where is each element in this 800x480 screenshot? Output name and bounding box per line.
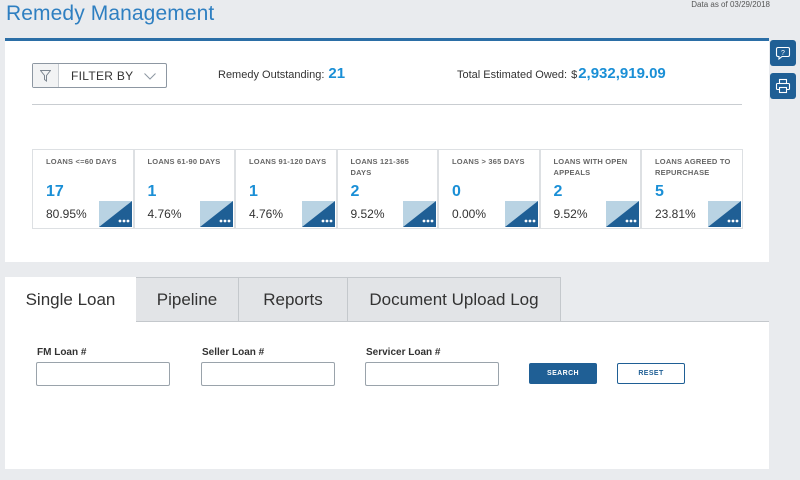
card-loans-61-90-days[interactable]: LOANS 61-90 DAYS 1 4.76% <box>133 149 235 229</box>
reset-button[interactable]: RESET <box>617 363 685 384</box>
remedy-outstanding-value: 21 <box>328 65 346 82</box>
filter-funnel-icon <box>33 64 59 87</box>
servicer-loan-input[interactable] <box>365 362 499 386</box>
total-owed-value: 2,932,919.09 <box>578 65 666 82</box>
card-count: 2 <box>350 183 360 200</box>
card-percent: 80.95% <box>46 207 87 221</box>
help-question-icon: ? <box>775 46 791 61</box>
tab-reports[interactable]: Reports <box>238 277 348 322</box>
card-percent: 4.76% <box>249 207 284 221</box>
card-count: 2 <box>553 183 563 200</box>
card-percent: 23.81% <box>655 207 696 221</box>
dashboard-panel: FILTER BY Remedy Outstanding: 21 Total E… <box>5 38 769 262</box>
servicer-loan-label: Servicer Loan # <box>366 347 441 358</box>
chevron-down-icon <box>143 67 156 85</box>
seller-loan-input[interactable] <box>201 362 335 386</box>
print-button[interactable] <box>770 73 796 99</box>
card-loans-91-120-days[interactable]: LOANS 91-120 DAYS 1 4.76% <box>235 149 337 229</box>
fm-loan-label: FM Loan # <box>37 347 87 358</box>
card-title: LOANS 91-120 DAYS <box>249 157 327 166</box>
card-title: LOANS > 365 DAYS <box>452 157 525 166</box>
total-owed-metric: Total Estimated Owed: $ 2,932,919.09 <box>457 65 666 82</box>
more-options-icon[interactable] <box>707 201 741 227</box>
card-percent: 9.52% <box>350 207 385 221</box>
single-loan-search-panel: FM Loan # Seller Loan # Servicer Loan # … <box>5 321 769 469</box>
card-title: LOANS <=60 DAYS <box>46 157 117 166</box>
card-loans-121-365-days[interactable]: LOANS 121-365 DAYS 2 9.52% <box>336 149 438 229</box>
remedy-outstanding-metric: Remedy Outstanding: 21 <box>218 65 345 82</box>
tab-bar: Single Loan Pipeline Reports Document Up… <box>5 277 561 322</box>
help-button[interactable]: ? <box>770 40 796 66</box>
card-count: 0 <box>452 183 461 200</box>
total-owed-currency: $ <box>571 69 578 81</box>
data-as-of-date: Data as of 03/29/2018 <box>691 0 770 9</box>
page-title: Remedy Management <box>6 2 215 25</box>
card-loans-over-365-days[interactable]: LOANS > 365 DAYS 0 0.00% <box>438 149 540 229</box>
fm-loan-input[interactable] <box>36 362 170 386</box>
card-loans-agreed-repurchase[interactable]: LOANS AGREED TO REPURCHASE 5 23.81% <box>641 149 743 229</box>
more-options-icon[interactable] <box>504 201 538 227</box>
card-loans-lte-60-days[interactable]: LOANS <=60 DAYS 17 80.95% <box>32 149 134 229</box>
card-count: 1 <box>249 183 258 200</box>
more-options-icon[interactable] <box>98 201 132 227</box>
card-title: LOANS 61-90 DAYS <box>147 157 221 166</box>
card-title: LOANS 121-365 DAYS <box>350 157 409 177</box>
filter-by-dropdown[interactable]: FILTER BY <box>32 63 167 88</box>
remedy-outstanding-label: Remedy Outstanding: <box>218 69 325 81</box>
card-title: LOANS WITH OPEN APPEALS <box>553 157 628 177</box>
tab-pipeline[interactable]: Pipeline <box>135 277 239 322</box>
card-loans-open-appeals[interactable]: LOANS WITH OPEN APPEALS 2 9.52% <box>539 149 641 229</box>
filter-by-label: FILTER BY <box>71 68 134 83</box>
more-options-icon[interactable] <box>301 201 335 227</box>
more-options-icon[interactable] <box>606 201 639 227</box>
seller-loan-label: Seller Loan # <box>202 347 265 358</box>
card-count: 5 <box>655 183 664 200</box>
printer-icon <box>775 78 791 94</box>
total-owed-label: Total Estimated Owed: <box>457 69 568 81</box>
divider <box>32 104 742 105</box>
svg-text:?: ? <box>781 50 785 57</box>
tab-single-loan[interactable]: Single Loan <box>5 277 136 322</box>
more-options-icon[interactable] <box>403 201 436 227</box>
card-count: 17 <box>46 183 64 200</box>
search-button[interactable]: SEARCH <box>529 363 597 384</box>
tab-document-upload-log[interactable]: Document Upload Log <box>347 277 561 322</box>
loan-aging-cards: LOANS <=60 DAYS 17 80.95% LOANS 61-90 DA… <box>32 149 743 229</box>
more-options-icon[interactable] <box>200 201 233 227</box>
card-percent: 4.76% <box>147 207 182 221</box>
card-title: LOANS AGREED TO REPURCHASE <box>655 157 731 177</box>
card-percent: 9.52% <box>553 207 588 221</box>
card-count: 1 <box>147 183 157 200</box>
card-percent: 0.00% <box>452 207 487 221</box>
